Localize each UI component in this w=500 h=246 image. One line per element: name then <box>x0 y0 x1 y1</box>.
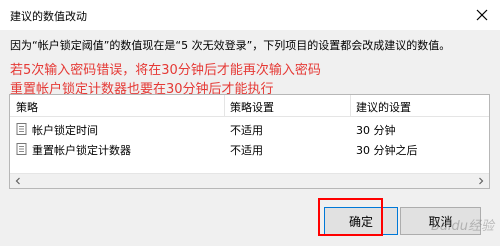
policy-setting: 不适用 <box>230 144 263 157</box>
scroll-right-icon[interactable] <box>476 176 486 186</box>
list-header: 策略 策略设置 建议的设置 <box>10 95 489 117</box>
policy-icon <box>16 123 27 135</box>
column-divider[interactable] <box>224 95 225 116</box>
dialog-window: 建议的数值改动 因为“帐户锁定阈值”的数值现在是“5 次无效登录”，下列项目的设… <box>0 0 500 246</box>
header-policy-setting[interactable]: 策略设置 <box>230 99 274 115</box>
policy-setting: 不适用 <box>230 124 263 137</box>
title-bar: 建议的数值改动 <box>0 0 500 30</box>
policy-name: 帐户锁定时间 <box>32 124 98 137</box>
window-title: 建议的数值改动 <box>10 10 87 23</box>
header-suggested-setting[interactable]: 建议的设置 <box>356 99 411 115</box>
table-row[interactable]: 帐户锁定时间 不适用 30 分钟 <box>10 119 489 139</box>
suggested-setting: 30 分钟 <box>356 124 396 137</box>
cancel-button[interactable]: 取消 <box>400 207 481 235</box>
scroll-left-icon[interactable] <box>13 176 23 186</box>
close-icon <box>476 9 488 21</box>
column-divider[interactable] <box>350 95 351 116</box>
suggested-setting: 30 分钟之后 <box>356 144 418 157</box>
header-policy[interactable]: 策略 <box>16 99 38 115</box>
dialog-message: 因为“帐户锁定阈值”的数值现在是“5 次无效登录”，下列项目的设置都会改成建议的… <box>10 39 451 52</box>
policy-icon <box>16 143 27 155</box>
annotation-line-1: 若5次输入密码错误，将在30分钟后才能再次输入密码 <box>10 63 321 78</box>
policy-name: 重置帐户锁定计数器 <box>32 144 131 157</box>
close-button[interactable] <box>464 0 500 30</box>
policy-list[interactable]: 策略 策略设置 建议的设置 帐户锁定时间 不适用 30 分钟 重置帐户锁定计数器… <box>9 94 490 189</box>
highlight-box <box>318 198 383 236</box>
horizontal-scrollbar[interactable] <box>10 173 489 188</box>
table-row[interactable]: 重置帐户锁定计数器 不适用 30 分钟之后 <box>10 139 489 159</box>
